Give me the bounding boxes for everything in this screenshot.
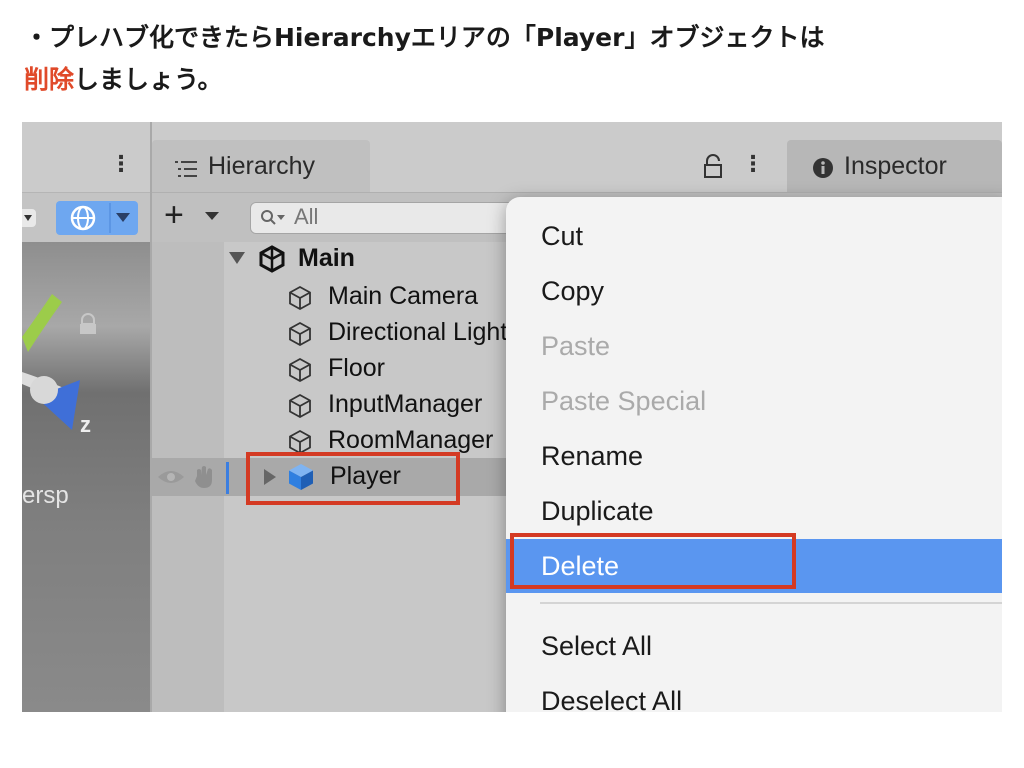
instruction-line-2: 削除しましょう。	[24, 60, 223, 96]
unity-scene-icon	[259, 245, 285, 273]
menu-item-cut[interactable]: Cut	[506, 209, 1002, 263]
gameobject-cube-icon	[289, 285, 311, 311]
list-item[interactable]: Floor	[284, 352, 524, 388]
list-item-label: Main Camera	[328, 282, 479, 310]
menu-item-label: Copy	[541, 276, 605, 306]
list-item-label: InputManager	[328, 390, 483, 418]
menu-item-select-all[interactable]: Select All	[506, 619, 1002, 673]
delete-emphasis: 削除	[24, 65, 75, 94]
visibility-eye-icon[interactable]	[156, 467, 186, 487]
menu-item-label: Rename	[541, 441, 644, 471]
instruction-line-2-rest: しましょう。	[74, 65, 223, 94]
menu-item-rename[interactable]: Rename	[506, 429, 1002, 483]
context-menu: Cut Copy Paste Paste Special Rename Duplicate…	[506, 197, 1002, 712]
projection-label[interactable]: ersp	[22, 482, 69, 510]
search-placeholder: All	[294, 204, 319, 229]
list-icon	[175, 161, 197, 177]
scene-viewport[interactable]: z ersp	[22, 242, 150, 712]
scene-toolbar	[22, 192, 150, 243]
menu-item-paste-special: Paste Special	[506, 374, 1002, 428]
hierarchy-more-options-icon[interactable]: ⋮	[742, 154, 764, 176]
gizmo-toggle-button[interactable]	[56, 201, 138, 235]
list-item-label: RoomManager	[328, 426, 494, 454]
menu-separator	[540, 602, 1002, 604]
unity-editor-screenshot: ⋮ z ersp Hierarchy ⋮ Inspector + All Mai…	[22, 122, 1002, 712]
menu-item-copy[interactable]: Copy	[506, 264, 1002, 318]
orientation-gizmo[interactable]	[22, 242, 150, 712]
y-axis-cone[interactable]	[22, 294, 62, 352]
menu-item-duplicate[interactable]: Duplicate	[506, 484, 1002, 538]
menu-item-label: Cut	[541, 221, 584, 251]
z-axis-label: z	[80, 412, 91, 437]
info-icon	[813, 158, 833, 178]
list-item[interactable]: Directional Light	[284, 316, 524, 352]
chevron-down-icon[interactable]	[204, 210, 220, 222]
gameobject-cube-icon	[289, 321, 311, 347]
menu-item-label: Select All	[541, 631, 653, 661]
inspector-tab-label: Inspector	[844, 152, 947, 180]
scene-name-main[interactable]: Main	[298, 244, 355, 273]
gameobject-cube-icon	[289, 393, 311, 419]
gameobject-cube-icon	[289, 357, 311, 383]
expand-arrow-icon[interactable]	[228, 250, 246, 266]
list-item-label: Directional Light	[328, 318, 508, 346]
pickable-hand-icon[interactable]	[192, 464, 218, 490]
selection-indicator	[226, 462, 229, 494]
menu-item-label: Paste Special	[541, 386, 707, 416]
lock-icon[interactable]	[702, 154, 724, 180]
gizmo-globe-icon	[70, 203, 130, 233]
lock-icon	[80, 324, 96, 334]
search-input[interactable]	[250, 202, 522, 234]
list-item[interactable]: Main Camera	[284, 280, 524, 316]
menu-item-label: Deselect All	[541, 686, 683, 712]
list-item[interactable]: InputManager	[284, 388, 524, 424]
scene-dropdown-button[interactable]	[22, 209, 36, 227]
hierarchy-tab-label: Hierarchy	[208, 152, 315, 180]
menu-item-label: Duplicate	[541, 496, 654, 526]
menu-item-label: Paste	[541, 331, 611, 361]
gizmo-center[interactable]	[30, 376, 58, 404]
scene-more-options-icon[interactable]: ⋮	[110, 154, 132, 176]
delete-highlight-box	[510, 533, 796, 589]
add-object-button[interactable]: +	[164, 196, 184, 235]
list-item-label: Floor	[328, 354, 385, 382]
chevron-down-icon	[24, 215, 32, 221]
instruction-line-1: ・プレハブ化できたらHierarchyエリアの「Player」オブジェクトは	[24, 23, 825, 52]
menu-item-paste: Paste	[506, 319, 1002, 373]
menu-item-deselect-all[interactable]: Deselect All	[506, 674, 1002, 712]
player-highlight-box	[246, 452, 460, 505]
search-icon	[261, 210, 285, 225]
